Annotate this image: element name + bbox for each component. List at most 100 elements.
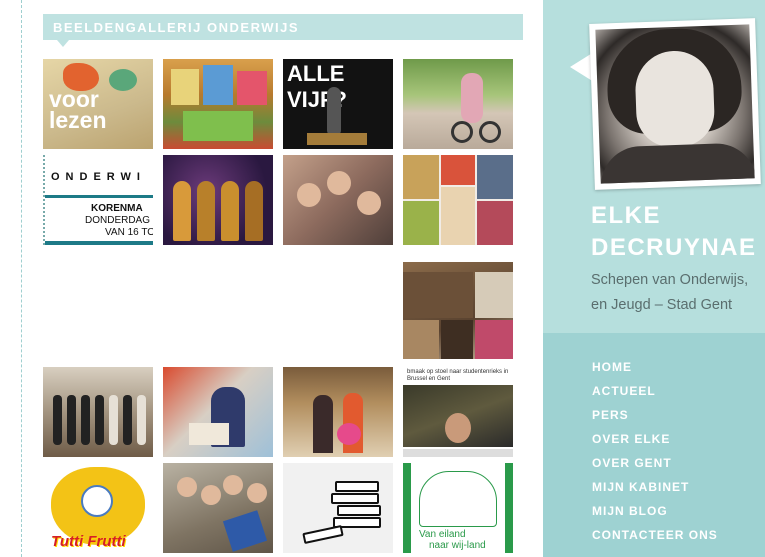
- green-bar: [505, 463, 513, 553]
- thumb-bike[interactable]: [403, 59, 513, 149]
- profile-name-line1: ELKE: [591, 202, 662, 229]
- thumb-voorlezen[interactable]: voor lezen: [43, 59, 153, 149]
- dashed-divider: [21, 0, 22, 557]
- profile-name-line2: DECRUYNAE: [591, 234, 757, 261]
- collage-tile: [403, 155, 439, 199]
- box-shape: [189, 423, 229, 445]
- thumb-onderwijs-line4: VAN 16 TO: [105, 227, 153, 238]
- thumb-decoration: [109, 69, 137, 91]
- person-shape: [53, 395, 62, 445]
- main-nav: HOME ACTUEEL PERS OVER ELKE OVER GENT MI…: [592, 359, 718, 551]
- book-icon: [335, 481, 379, 492]
- nav-contacteer-ons[interactable]: CONTACTEER ONS: [592, 527, 718, 551]
- flowers-shape: [337, 423, 361, 445]
- video-frame: [403, 385, 513, 447]
- thumb-eiland-line2: naar wij-land: [429, 540, 486, 551]
- shoulders-shape: [599, 142, 755, 184]
- person-shape: [81, 395, 90, 445]
- thumb-group[interactable]: [163, 463, 273, 553]
- green-bar: [403, 463, 411, 553]
- nav-mijn-kabinet[interactable]: MIJN KABINET: [592, 479, 718, 503]
- head-shape: [223, 475, 243, 495]
- video-caption: bmaak op stoel naar studentenrieks in Br…: [407, 369, 509, 382]
- thumb-alle-vijf[interactable]: ALLE VIJF?: [283, 59, 393, 149]
- people-drawing: [419, 471, 497, 527]
- person-shape: [137, 395, 146, 445]
- person-shape: [67, 395, 76, 445]
- collage-tile: [477, 155, 513, 199]
- collage-tile: [403, 320, 439, 359]
- collage-tile: [475, 320, 513, 359]
- wheel-shape: [479, 121, 501, 143]
- nav-actueel[interactable]: ACTUEEL: [592, 383, 718, 407]
- collage-tile: [403, 201, 439, 245]
- main-content: BEELDENGALLERIJ ONDERWIJS voor lezen ALL…: [0, 0, 543, 557]
- head-shape: [247, 483, 267, 503]
- head-shape: [201, 485, 221, 505]
- thumb-room[interactable]: [403, 262, 513, 359]
- thumb-eiland[interactable]: Van eiland naar wij-land: [403, 463, 513, 553]
- thumb-tutti-frutti-text: Tutti Frutti: [51, 533, 126, 550]
- gallery-title: BEELDENGALLERIJ ONDERWIJS: [53, 20, 300, 35]
- thumb-crowd[interactable]: [283, 155, 393, 245]
- sofa-shape: [307, 133, 367, 145]
- sidebar: ELKE DECRUYNAE Schepen van Onderwijs, en…: [543, 0, 765, 557]
- teal-line: [45, 241, 153, 245]
- poster-shape: [222, 510, 268, 552]
- book-shape: [171, 69, 199, 105]
- teal-line: [45, 195, 153, 198]
- collage-tile: [477, 201, 513, 245]
- profile-name: ELKE DECRUYNAE: [591, 200, 765, 264]
- book-icon: [331, 493, 379, 504]
- child-shape: [461, 73, 483, 123]
- profile-role: Schepen van Onderwijs, en Jeugd – Stad G…: [591, 268, 765, 318]
- thumb-onderwijs[interactable]: ONDERWI KORENMA DONDERDAG VAN 16 TO: [43, 155, 153, 245]
- nav-mijn-blog[interactable]: MIJN BLOG: [592, 503, 718, 527]
- face-shape: [81, 485, 113, 517]
- book-icon: [337, 505, 381, 516]
- video-controls[interactable]: [403, 449, 513, 457]
- thumb-baby[interactable]: [163, 367, 273, 457]
- head-shape: [177, 477, 197, 497]
- thumb-voorlezen-text: voor lezen: [49, 86, 107, 133]
- thumb-dancers[interactable]: [43, 367, 153, 457]
- book-icon: [302, 524, 344, 545]
- book-shape: [203, 65, 233, 105]
- collage-tile: [403, 272, 473, 318]
- head-shape: [297, 183, 321, 207]
- singer-shape: [197, 181, 215, 241]
- thumb-tutti-frutti[interactable]: Tutti Frutti: [43, 463, 153, 553]
- singer-shape: [173, 181, 191, 241]
- header-notch: [57, 40, 69, 47]
- face-shape: [445, 413, 471, 443]
- thumb-onderwijs-line3: DONDERDAG: [85, 215, 151, 226]
- nav-over-elke[interactable]: OVER ELKE: [592, 431, 718, 455]
- thumb-award[interactable]: [283, 367, 393, 457]
- collage-tile: [475, 272, 513, 318]
- collage-tile: [441, 320, 473, 359]
- face-shape: [634, 49, 716, 149]
- wheel-shape: [451, 121, 473, 143]
- head-shape: [327, 171, 351, 195]
- person-shape: [123, 395, 132, 445]
- thumb-video[interactable]: bmaak op stoel naar studentenrieks in Br…: [403, 367, 513, 457]
- thumb-book-stack[interactable]: [283, 463, 393, 553]
- collage-tile: [441, 155, 475, 185]
- singer-shape: [221, 181, 239, 241]
- person-shape: [313, 395, 333, 453]
- thumb-choir[interactable]: [163, 155, 273, 245]
- thumb-collage[interactable]: [403, 155, 513, 245]
- thumb-onderwijs-line1: ONDERWI: [51, 171, 146, 183]
- nav-pers[interactable]: PERS: [592, 407, 718, 431]
- person-shape: [95, 395, 104, 445]
- profile-role-line1: Schepen van Onderwijs,: [591, 272, 749, 288]
- book-shape: [183, 111, 253, 141]
- thumb-onderwijs-line2: KORENMA: [91, 203, 143, 214]
- portrait-image: [595, 24, 755, 184]
- nav-home[interactable]: HOME: [592, 359, 718, 383]
- nav-over-gent[interactable]: OVER GENT: [592, 455, 718, 479]
- gallery-header: BEELDENGALLERIJ ONDERWIJS: [43, 14, 523, 47]
- profile-role-line2: en Jeugd – Stad Gent: [591, 297, 733, 313]
- thumb-books[interactable]: [163, 59, 273, 149]
- microphone-shape: [327, 87, 341, 137]
